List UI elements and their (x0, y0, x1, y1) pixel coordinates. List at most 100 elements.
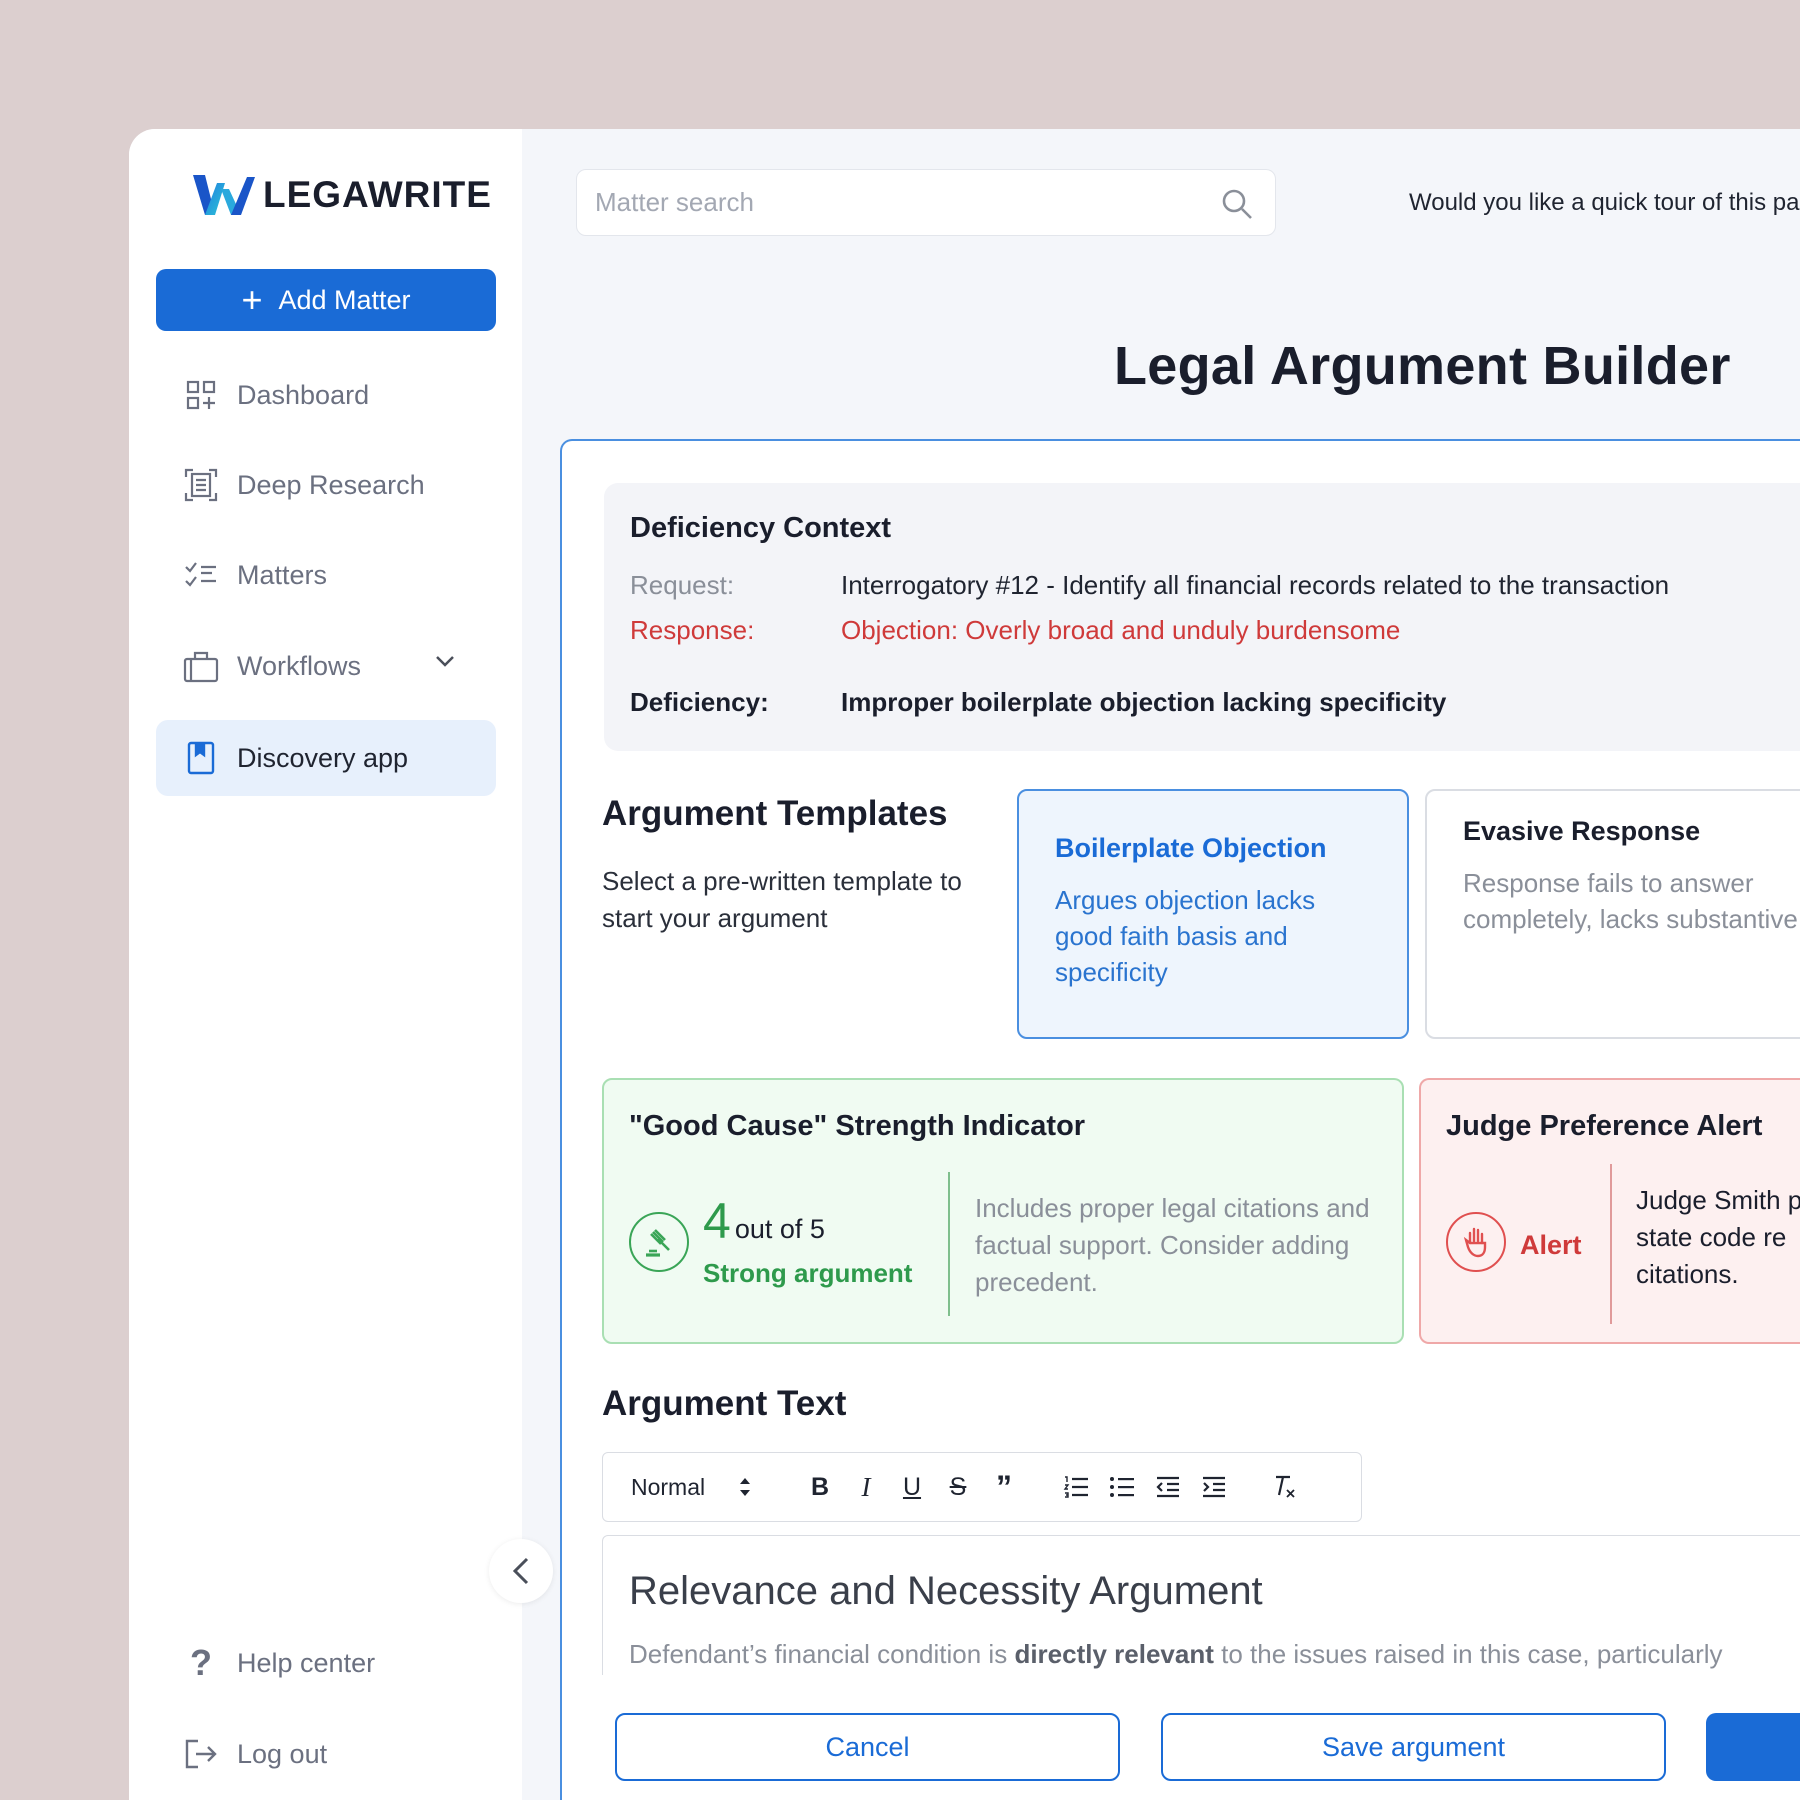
argument-body-text: to the issues raised in this case, parti… (1213, 1639, 1723, 1669)
argument-body-bold: directly relevant (1014, 1639, 1214, 1669)
format-select[interactable]: Normal (631, 1474, 751, 1501)
score-value: 4 (703, 1193, 731, 1249)
bookmark-book-icon (183, 740, 219, 776)
strength-title: "Good Cause" Strength Indicator (629, 1110, 1086, 1142)
template-card-boilerplate-objection[interactable]: Boilerplate Objection Argues objection l… (1017, 789, 1409, 1039)
dashboard-icon (183, 377, 219, 413)
brand-name: LEGAWRITE (263, 174, 492, 215)
judge-alert-title: Judge Preference Alert (1446, 1110, 1763, 1142)
matter-search[interactable] (576, 169, 1276, 236)
logo-mark-icon (193, 175, 255, 215)
underline-button[interactable]: U (889, 1464, 935, 1510)
alert-badge: Alert (1520, 1230, 1582, 1260)
plus-icon: + (241, 279, 263, 320)
sidebar-item-workflows[interactable]: Workflows (156, 628, 496, 704)
sidebar-item-label: Discovery app (237, 742, 409, 773)
search-input[interactable] (595, 187, 1195, 218)
judge-alert-text: Judge Smith p state code re citations. (1636, 1182, 1800, 1293)
score-suffix: out of 5 (734, 1214, 825, 1244)
add-matter-button[interactable]: + Add Matter (156, 269, 496, 331)
outdent-button[interactable] (1145, 1464, 1191, 1510)
ordered-list-icon (1063, 1476, 1088, 1498)
updown-arrows-icon (740, 1478, 750, 1496)
context-title: Deficiency Context (630, 512, 892, 544)
indent-button[interactable] (1191, 1464, 1237, 1510)
deficiency-value: Improper boilerplate objection lacking s… (841, 687, 1447, 717)
question-icon: ? (190, 1642, 212, 1683)
italic-button[interactable]: I (843, 1464, 889, 1510)
request-row: Request: Interrogatory #12 - Identify all… (630, 570, 1669, 601)
clear-format-icon (1276, 1475, 1295, 1498)
format-select-value: Normal (631, 1473, 706, 1500)
sidebar-item-help-center[interactable]: ? Help center (156, 1625, 496, 1701)
chevron-down-icon[interactable] (434, 654, 456, 668)
sidebar-item-matters[interactable]: Matters (156, 537, 496, 613)
strength-indicator: "Good Cause" Strength Indicator 4 out of … (602, 1078, 1404, 1344)
sidebar-item-label: Log out (237, 1738, 328, 1769)
request-value: Interrogatory #12 - Identify all financi… (841, 570, 1670, 600)
hand-stop-icon (1446, 1212, 1506, 1272)
argument-heading: Relevance and Necessity Argument (629, 1569, 1263, 1613)
templates-title: Argument Templates (602, 794, 948, 833)
templates-subtitle: Select a pre-written template to start y… (602, 866, 962, 933)
bullet-list-button[interactable] (1099, 1464, 1145, 1510)
response-row: Response: Objection: Overly broad and und… (630, 615, 1400, 646)
document-scan-icon (183, 467, 219, 503)
bullet-list-icon (1110, 1477, 1134, 1497)
template-title: Evasive Response (1463, 816, 1701, 846)
strength-description: Includes proper legal citations and fact… (975, 1193, 1370, 1297)
logout-icon (183, 1736, 219, 1772)
cancel-button[interactable]: Cancel (615, 1713, 1120, 1781)
add-matter-label: Add Matter (278, 284, 411, 315)
tour-prompt[interactable]: Would you like a quick tour of this pa (1409, 189, 1799, 217)
strikethrough-button[interactable]: S (935, 1464, 981, 1510)
judge-preference-alert: Judge Preference Alert Alert Judge Smith… (1419, 1078, 1800, 1344)
quote-button[interactable]: ” (981, 1464, 1027, 1510)
sidebar-item-label: Help center (237, 1647, 376, 1678)
sidebar-item-dashboard[interactable]: Dashboard (156, 357, 496, 433)
deficiency-context: Deficiency Context Request: Interrogatory… (604, 483, 1800, 751)
save-argument-button[interactable]: Save argument (1161, 1713, 1666, 1781)
gavel-icon (629, 1212, 689, 1272)
logo: LEGAWRITE (191, 168, 492, 222)
judge-alert-line: Judge Smith p (1636, 1185, 1800, 1215)
indent-icon (1203, 1476, 1225, 1498)
checklist-icon (183, 557, 219, 593)
template-title: Boilerplate Objection (1055, 833, 1327, 863)
primary-action-button[interactable] (1706, 1713, 1800, 1781)
chevron-left-icon (512, 1557, 529, 1585)
deficiency-row: Deficiency: Improper boilerplate objectio… (630, 687, 1446, 718)
argument-text-title: Argument Text (602, 1384, 847, 1423)
sidebar-item-discovery-app[interactable]: Discovery app (156, 720, 496, 796)
argument-editor[interactable]: Relevance and Necessity Argument Defenda… (602, 1535, 1800, 1675)
response-label: Response: (630, 615, 755, 645)
template-description: Argues objection lacks good faith basis … (1055, 885, 1316, 987)
argument-body-text: Defendant’s financial condition is (629, 1639, 1015, 1669)
sidebar-item-label: Deep Research (237, 469, 425, 500)
sidebar-item-label: Matters (237, 559, 328, 590)
divider (948, 1172, 950, 1316)
deficiency-label: Deficiency: (630, 687, 769, 717)
strength-score: 4 out of 5 (703, 1192, 825, 1250)
judge-alert-line: state code re (1636, 1222, 1787, 1252)
collapse-sidebar-button[interactable] (489, 1539, 553, 1603)
bold-button[interactable]: B (797, 1464, 843, 1510)
page-title: Legal Argument Builder (1114, 336, 1731, 396)
sidebar: LEGAWRITE + Add Matter Dashboard Deep Re… (129, 129, 522, 1800)
editor-toolbar: Normal B I U S ” (602, 1452, 1362, 1522)
request-label: Request: (630, 570, 735, 600)
clear-format-button[interactable] (1263, 1464, 1309, 1510)
divider (1610, 1164, 1612, 1324)
outdent-icon (1156, 1476, 1179, 1498)
judge-alert-line: citations. (1636, 1259, 1739, 1289)
sidebar-item-label: Workflows (237, 650, 362, 681)
search-icon[interactable] (1221, 188, 1253, 220)
ordered-list-button[interactable] (1053, 1464, 1099, 1510)
template-card-evasive-response[interactable]: Evasive Response Response fails to answe… (1425, 789, 1800, 1039)
argument-body: Defendant’s financial condition is direc… (629, 1639, 1723, 1670)
app-window: LEGAWRITE + Add Matter Dashboard Deep Re… (129, 129, 1800, 1800)
sidebar-item-log-out[interactable]: Log out (156, 1716, 496, 1792)
briefcase-icon (183, 648, 219, 684)
sidebar-item-label: Dashboard (237, 379, 370, 410)
sidebar-item-deep-research[interactable]: Deep Research (156, 447, 496, 523)
